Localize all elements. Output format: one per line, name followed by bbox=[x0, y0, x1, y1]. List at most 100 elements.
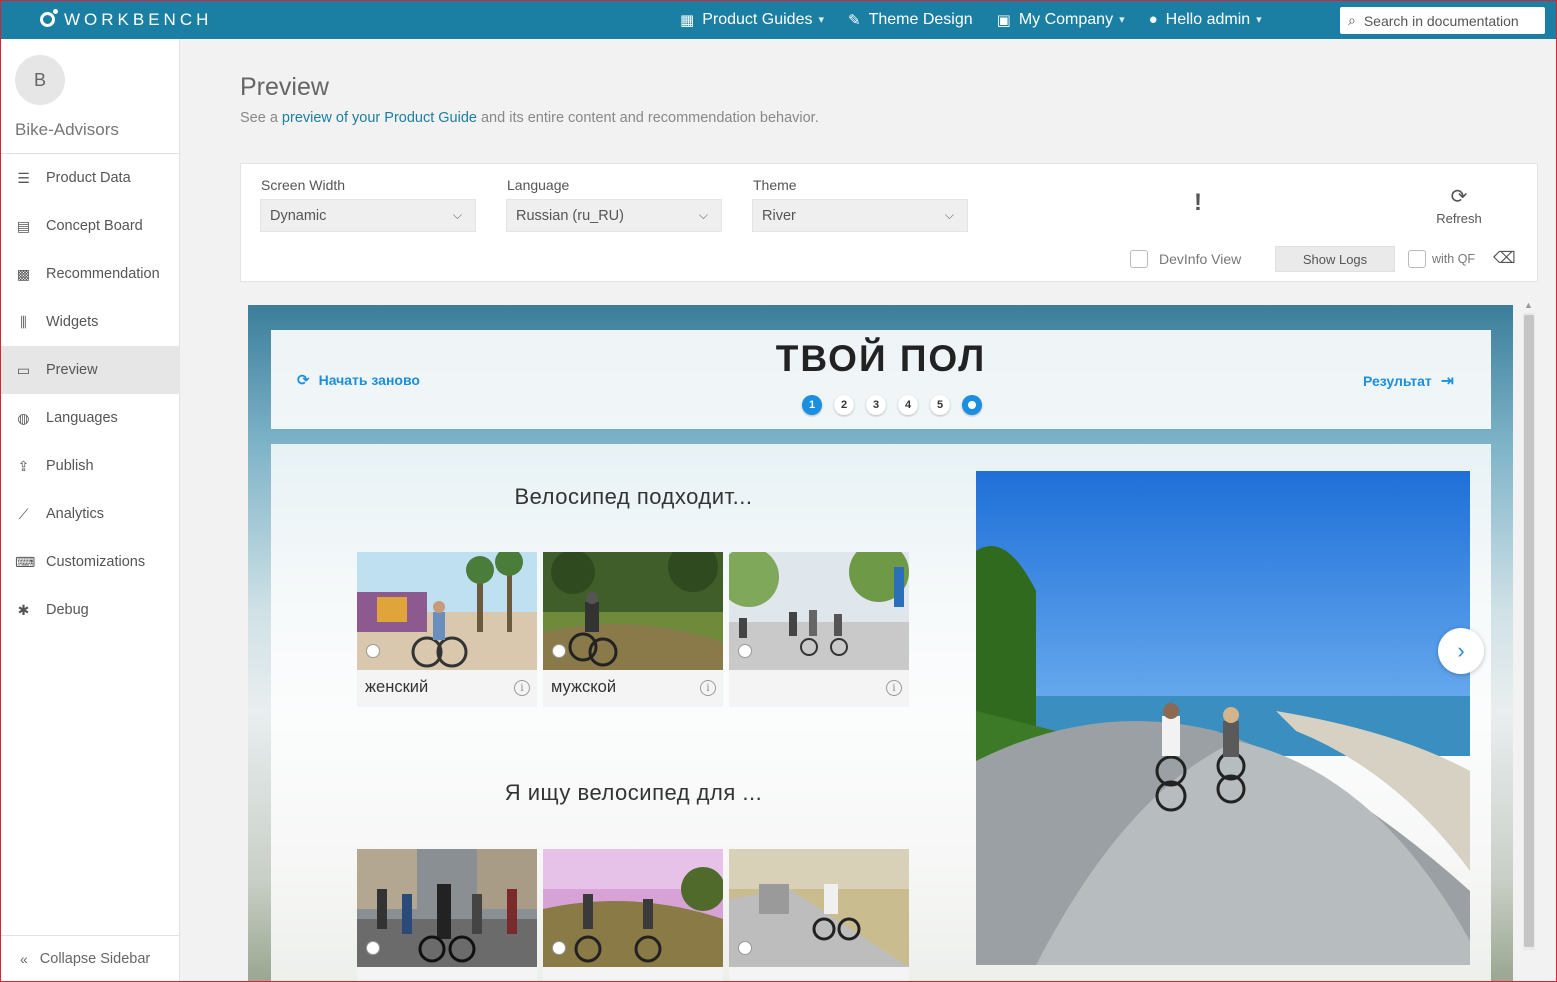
screen-width-label: Screen Width bbox=[261, 177, 346, 193]
sidebar: B Bike-Advisors ☰ Product Data ▤ Concept… bbox=[0, 39, 180, 982]
preview-link[interactable]: preview of your Product Guide bbox=[282, 110, 477, 126]
nav-product-guides[interactable]: ▦ Product Guides ▾ bbox=[680, 11, 824, 29]
sidebar-item-languages[interactable]: ◍ Languages bbox=[0, 394, 180, 442]
sidebar-item-customizations[interactable]: ⌨ Customizations bbox=[0, 538, 180, 586]
search-input[interactable]: ⌕ Search in documentation bbox=[1340, 7, 1545, 34]
option-radio[interactable] bbox=[366, 941, 380, 955]
step-2[interactable]: 2 bbox=[834, 395, 854, 415]
eraser-icon[interactable]: ⌫ bbox=[1493, 248, 1516, 268]
chart-icon: ⟋ bbox=[18, 505, 29, 522]
arrow-to-end-icon: ⇥ bbox=[1440, 373, 1455, 390]
devinfo-checkbox[interactable] bbox=[1130, 250, 1148, 268]
option-female[interactable]: женский i bbox=[357, 552, 537, 707]
info-icon[interactable]: i bbox=[514, 680, 530, 696]
page-subtitle: See a preview of your Product Guide and … bbox=[240, 110, 819, 126]
sidebar-item-product-data[interactable]: ☰ Product Data bbox=[0, 154, 180, 202]
theme-select[interactable]: River ⌵ bbox=[752, 199, 968, 232]
bug-icon: ✱ bbox=[17, 601, 30, 618]
refresh-button[interactable]: ⟳ Refresh bbox=[1426, 184, 1492, 226]
preview-controls-panel: Screen Width Dynamic ⌵ Language Russian … bbox=[240, 163, 1538, 282]
option-radio[interactable] bbox=[552, 644, 566, 658]
option-radio[interactable] bbox=[738, 941, 752, 955]
language-label: Language bbox=[507, 177, 570, 193]
chevron-down-icon: ⌵ bbox=[944, 208, 954, 222]
collapse-sidebar-label: Collapse Sidebar bbox=[39, 951, 151, 967]
avatar[interactable]: B bbox=[15, 55, 65, 105]
option-male[interactable]: мужской i bbox=[543, 552, 723, 707]
nav-user-label: Hello admin bbox=[1165, 10, 1251, 28]
sidebar-item-publish[interactable]: ⇪ Publish bbox=[0, 442, 180, 490]
sidebar-item-recommendation[interactable]: ▩ Recommendation bbox=[0, 250, 180, 298]
info-icon[interactable]: i bbox=[886, 680, 902, 696]
chevron-down-icon: ▾ bbox=[818, 14, 824, 26]
option-trail[interactable] bbox=[543, 849, 723, 982]
guide-header: ⟳ Начать заново ТВОЙ ПОЛ 1 2 3 4 5 Резул… bbox=[271, 330, 1491, 429]
sidebar-item-analytics[interactable]: ⟋ Analytics bbox=[0, 490, 180, 538]
option-image bbox=[729, 849, 909, 967]
sidebar-item-preview[interactable]: ▭ Preview bbox=[0, 346, 180, 394]
nav-product-guides-label: Product Guides bbox=[702, 10, 813, 28]
option-image bbox=[729, 552, 909, 670]
screen-width-select[interactable]: Dynamic ⌵ bbox=[260, 199, 476, 232]
step-1[interactable]: 1 bbox=[802, 395, 822, 415]
result-button[interactable]: Результат ⇥ bbox=[1363, 371, 1454, 391]
option-radio[interactable] bbox=[366, 644, 380, 658]
scrollbar-thumb[interactable] bbox=[1524, 315, 1534, 947]
info-icon[interactable]: i bbox=[700, 680, 716, 696]
nav-theme-design-label: Theme Design bbox=[868, 10, 973, 28]
step-result[interactable] bbox=[962, 395, 982, 415]
page-title: Preview bbox=[240, 73, 329, 101]
option-image bbox=[543, 552, 723, 670]
theme-value: River bbox=[762, 207, 796, 224]
scroll-up-arrow[interactable]: ▲ bbox=[1524, 300, 1533, 310]
sidebar-item-debug[interactable]: ✱ Debug bbox=[0, 586, 180, 634]
logo-icon bbox=[40, 9, 58, 27]
step-indicator: 1 2 3 4 5 bbox=[802, 395, 994, 415]
result-label: Результат bbox=[1363, 373, 1432, 389]
sidebar-item-widgets[interactable]: ⫼ Widgets bbox=[0, 298, 180, 346]
option-bmx[interactable] bbox=[729, 849, 909, 982]
nav-my-company[interactable]: ▣ My Company ▾ bbox=[997, 11, 1125, 29]
step-5[interactable]: 5 bbox=[930, 395, 950, 415]
chevron-down-icon: ▾ bbox=[1256, 14, 1262, 26]
workbench-logo[interactable]: WORKBENCH bbox=[40, 9, 213, 30]
upload-icon: ⇪ bbox=[17, 457, 30, 474]
option-unisex[interactable]: i bbox=[729, 552, 909, 707]
sidebar-item-label: Languages bbox=[46, 410, 118, 426]
nav-user-menu[interactable]: ● Hello admin ▾ bbox=[1149, 11, 1262, 29]
step-4[interactable]: 4 bbox=[898, 395, 918, 415]
language-select[interactable]: Russian (ru_RU) ⌵ bbox=[506, 199, 722, 232]
sidebar-item-label: Publish bbox=[46, 458, 94, 474]
chevron-right-icon: › bbox=[1457, 638, 1465, 663]
guide-content: Велосипед подходит... женский i мужской … bbox=[271, 444, 1491, 982]
nav-my-company-label: My Company bbox=[1018, 10, 1114, 28]
with-qf-checkbox[interactable] bbox=[1408, 250, 1426, 268]
collapse-sidebar-button[interactable]: « Collapse Sidebar bbox=[0, 935, 180, 982]
next-image-button[interactable]: › bbox=[1438, 628, 1484, 674]
show-logs-button[interactable]: Show Logs bbox=[1275, 246, 1395, 272]
warning-icon[interactable]: ! bbox=[1194, 189, 1202, 217]
search-icon: ⌕ bbox=[1348, 12, 1356, 28]
sidebar-menu: ☰ Product Data ▤ Concept Board ▩ Recomme… bbox=[0, 154, 180, 634]
theme-label: Theme bbox=[753, 177, 797, 193]
guide-preview: ⟳ Начать заново ТВОЙ ПОЛ 1 2 3 4 5 Резул… bbox=[248, 305, 1513, 982]
option-image bbox=[357, 849, 537, 967]
database-icon: ☰ bbox=[17, 169, 30, 186]
sidebar-item-label: Recommendation bbox=[46, 266, 160, 282]
sidebar-item-label: Concept Board bbox=[46, 218, 143, 234]
logo-text: WORKBENCH bbox=[64, 9, 213, 29]
screen-width-value: Dynamic bbox=[270, 207, 327, 224]
briefcase-icon: ▣ bbox=[996, 11, 1011, 29]
step-3[interactable]: 3 bbox=[866, 395, 886, 415]
option-city[interactable] bbox=[357, 849, 537, 982]
refresh-icon: ⟳ bbox=[1450, 186, 1468, 208]
devinfo-label: DevInfo View bbox=[1159, 251, 1242, 267]
sidebar-item-concept-board[interactable]: ▤ Concept Board bbox=[0, 202, 180, 250]
company-name: Bike-Advisors bbox=[15, 120, 119, 139]
option-radio[interactable] bbox=[738, 644, 752, 658]
double-chevron-left-icon: « bbox=[20, 951, 28, 967]
nav-theme-design[interactable]: ✎ Theme Design bbox=[848, 11, 973, 29]
refresh-label: Refresh bbox=[1436, 211, 1482, 226]
option-radio[interactable] bbox=[552, 941, 566, 955]
option-label: мужской bbox=[551, 678, 617, 696]
